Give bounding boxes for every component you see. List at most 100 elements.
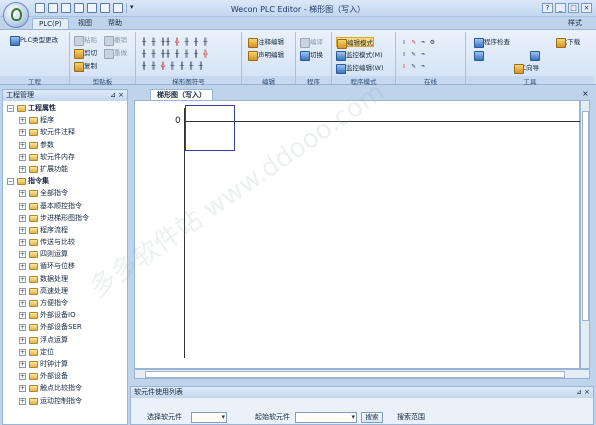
select-device-combo[interactable]	[191, 412, 227, 423]
tree-item[interactable]: + 程序	[5, 114, 125, 126]
horizontal-scrollbar[interactable]	[134, 369, 590, 379]
expand-icon[interactable]: +	[19, 348, 26, 356]
monitor-edit-button[interactable]: 监控编辑(W)	[336, 63, 384, 74]
collapse-icon[interactable]: −	[7, 105, 14, 112]
ladder-symbol-row-1[interactable]: ╫ ╫ ╫╫ ╬ ╫ ╫ ╫	[142, 37, 208, 47]
expand-icon[interactable]: +	[19, 300, 26, 307]
group-clipboard: 粘贴 撤销 剪切 重做 复制 剪贴板	[70, 32, 136, 86]
tab-help[interactable]: 帮助	[102, 18, 128, 29]
ladder-editor[interactable]: 0	[134, 100, 580, 369]
expand-icon[interactable]: +	[19, 202, 26, 210]
project-panel-controls[interactable]: ⊿ ×	[110, 90, 124, 101]
tree-item[interactable]: + 循环与位移	[5, 260, 125, 272]
online-tools-row-3[interactable]: ⇩ ✎ ⌁	[402, 61, 426, 71]
tool-button-3[interactable]	[530, 50, 540, 61]
start-device-combo[interactable]	[295, 412, 357, 423]
paste-button[interactable]: 粘贴	[74, 35, 97, 46]
tree-item[interactable]: + 参数	[5, 139, 125, 151]
device-usage-controls[interactable]: ⊿ ×	[576, 387, 590, 398]
edit-mode-button[interactable]: 编辑模式	[336, 37, 374, 49]
monitor-mode-button[interactable]: 监控模式(M)	[336, 50, 383, 61]
tab-view[interactable]: 视图	[72, 18, 98, 29]
close-button[interactable]: ×	[581, 3, 592, 13]
edit-cursor[interactable]	[185, 105, 235, 151]
online-tools-row-1[interactable]: ⇩ ✎ ⌁ ⚙	[402, 37, 435, 47]
plc-wizard-button[interactable]: PLC向导	[514, 63, 539, 74]
document-tab[interactable]: 梯形图（写入）	[150, 89, 213, 100]
tree-item[interactable]: + 基本顺控指令	[5, 200, 125, 212]
vertical-scrollbar[interactable]	[580, 100, 590, 369]
expand-icon[interactable]: +	[19, 275, 26, 283]
u-download-button[interactable]: U盘下载	[556, 37, 580, 48]
redo-button[interactable]: 重做	[104, 48, 127, 59]
folder-icon	[29, 300, 38, 307]
application-button[interactable]	[3, 2, 29, 28]
style-menu[interactable]: 样式	[562, 18, 588, 29]
group-tools: 程序检查 U盘下载 PLC向导 工具	[466, 32, 594, 86]
tree-item-label: 软元件内存	[40, 152, 75, 161]
expand-icon[interactable]: +	[19, 165, 26, 173]
tree-item[interactable]: + 方便指令	[5, 297, 125, 309]
expand-icon[interactable]: +	[19, 141, 26, 149]
document-close-button[interactable]: ×	[582, 89, 589, 98]
tree-item[interactable]: + 外部设备	[5, 370, 125, 382]
expand-icon[interactable]: +	[19, 287, 26, 295]
expand-icon[interactable]: +	[19, 226, 26, 234]
comment-edit-button[interactable]: 注释编辑	[248, 37, 284, 48]
tree-item[interactable]: + 全部指令	[5, 187, 125, 199]
collapse-icon[interactable]: −	[7, 178, 14, 186]
expand-icon[interactable]: +	[19, 312, 26, 320]
minimize-button[interactable]: _	[555, 3, 566, 13]
horizontal-scroll-thumb[interactable]	[145, 371, 565, 378]
expand-icon[interactable]: +	[19, 190, 26, 198]
ladder-symbol-row-2[interactable]: ╫ ╫ ╫╫ ╫ ╫ ╫ ╬	[142, 49, 208, 59]
program-check-button[interactable]: 程序检查	[474, 37, 510, 48]
expand-icon[interactable]: +	[19, 385, 26, 393]
expand-icon[interactable]: +	[19, 360, 26, 368]
switch-button[interactable]: 切换	[300, 50, 323, 61]
tree-root-item[interactable]: − 工程属性	[5, 102, 125, 114]
maximize-button[interactable]: □	[568, 3, 579, 13]
tree-root-item[interactable]: − 指令集	[5, 175, 125, 187]
expand-icon[interactable]: +	[19, 153, 26, 161]
statement-edit-button[interactable]: 声明编辑	[248, 50, 284, 61]
compile-button[interactable]: 编译	[300, 37, 323, 48]
expand-icon[interactable]: +	[19, 324, 26, 332]
tree-item[interactable]: + 浮点运算	[5, 334, 125, 346]
expand-icon[interactable]: +	[19, 239, 26, 247]
expand-icon[interactable]: +	[19, 397, 26, 405]
ladder-symbol-row-3[interactable]: ╫ ╫ ╬ ╫ ╫ ╫ ╫	[142, 61, 203, 71]
undo-button[interactable]: 撤销	[104, 35, 127, 46]
expand-icon[interactable]: +	[19, 373, 26, 381]
vertical-scroll-thumb[interactable]	[582, 111, 589, 321]
tree-item[interactable]: + 传送与比较	[5, 236, 125, 248]
tab-plc[interactable]: PLC(P)	[32, 18, 69, 29]
tree-item[interactable]: + 时钟计算	[5, 358, 125, 370]
tree-item[interactable]: + 扩展功能	[5, 163, 125, 175]
copy-button[interactable]: 复制	[74, 61, 97, 72]
tree-item[interactable]: + 步进梯形图指令	[5, 212, 125, 224]
search-button[interactable]: 搜索	[361, 412, 383, 423]
help-icon[interactable]: ?	[542, 3, 553, 13]
tree-item[interactable]: + 数据处理	[5, 273, 125, 285]
cut-button[interactable]: 剪切	[74, 48, 97, 59]
expand-icon[interactable]: +	[19, 336, 26, 344]
plc-type-change-button[interactable]: PLC类型更改	[10, 35, 58, 46]
tree-item[interactable]: + 四则运算	[5, 248, 125, 260]
tree-item[interactable]: + 高速处理	[5, 285, 125, 297]
tree-item[interactable]: + 外部设备IO	[5, 309, 125, 321]
expand-icon[interactable]: +	[19, 214, 26, 222]
expand-icon[interactable]: +	[19, 129, 26, 137]
online-tools-row-2[interactable]: ⇧ ✎ ⌁	[402, 49, 426, 59]
expand-icon[interactable]: +	[19, 117, 26, 125]
tree-item[interactable]: + 运动控制指令	[5, 395, 125, 407]
tree-item[interactable]: + 软元件内存	[5, 151, 125, 163]
tree-item[interactable]: + 定位	[5, 346, 125, 358]
tool-button-2[interactable]	[474, 50, 484, 61]
tree-item[interactable]: + 软元件注释	[5, 126, 125, 138]
tree-item[interactable]: + 外部设备SER	[5, 321, 125, 333]
expand-icon[interactable]: +	[19, 251, 26, 259]
tree-item[interactable]: + 程序流程	[5, 224, 125, 236]
expand-icon[interactable]: +	[19, 263, 26, 271]
tree-item[interactable]: + 触点比较指令	[5, 382, 125, 394]
